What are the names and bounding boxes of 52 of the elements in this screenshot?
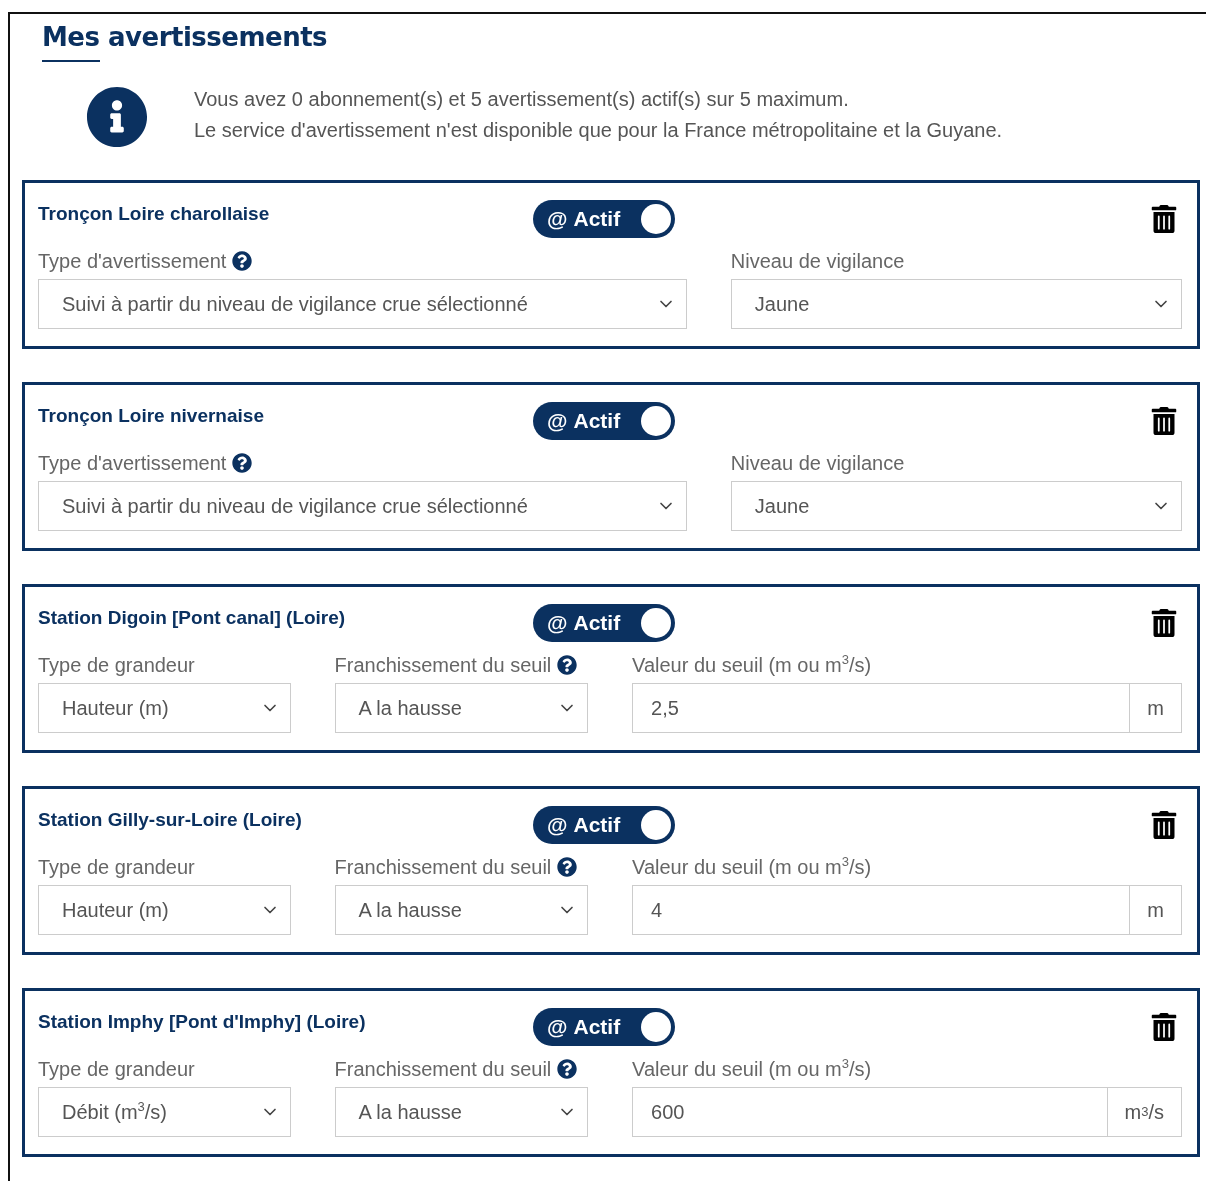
- field-label: Type d'avertissement: [38, 249, 227, 273]
- input-field[interactable]: 600: [632, 1087, 1108, 1137]
- select-field[interactable]: A la hausse: [334, 683, 589, 733]
- field-label: Type d'avertissement: [38, 451, 227, 475]
- help-icon[interactable]: [232, 453, 253, 473]
- trash-icon[interactable]: [1150, 407, 1178, 435]
- field-label: Type de grandeur: [38, 653, 195, 677]
- select-field[interactable]: A la hausse: [334, 1087, 589, 1137]
- page-title: Mes avertissements: [42, 22, 328, 52]
- field-label: Niveau de vigilance: [730, 249, 905, 273]
- help-icon[interactable]: [232, 251, 253, 271]
- select-field[interactable]: Hauteur (m): [38, 885, 291, 935]
- trash-icon[interactable]: [1150, 205, 1178, 233]
- active-toggle[interactable]: @ Actif: [533, 200, 675, 238]
- active-toggle[interactable]: @ Actif: [533, 604, 675, 642]
- field-label: Type de grandeur: [38, 1057, 195, 1081]
- input-field[interactable]: 4: [632, 885, 1131, 935]
- alert-title: Tronçon Loire charollaise: [38, 202, 271, 225]
- field-label: Valeur du seuil (m ou m$^{3}$/s): [632, 653, 872, 677]
- field-label: Niveau de vigilance: [730, 451, 905, 475]
- field-label: Franchissement du seuil: [334, 855, 552, 879]
- select-field[interactable]: Suivi à partir du niveau de vigilance crue sélectionné: [38, 279, 687, 329]
- select-field[interactable]: Suivi à partir du niveau de vigilance crue sélectionné: [38, 481, 687, 531]
- info-icon: [86, 86, 148, 148]
- alert-title: Tronçon Loire nivernaise: [38, 404, 265, 427]
- alert-title: Station Digoin [Pont canal] (Loire): [38, 606, 347, 629]
- help-icon[interactable]: [557, 1059, 578, 1079]
- field-label: Type de grandeur: [38, 855, 195, 879]
- field-label: Valeur du seuil (m ou m$^{3}$/s): [632, 855, 872, 879]
- info-text: Vous avez 0 abonnement(s) et 5 avertissement(s) actif(s) sur 5 maximum.: [194, 88, 850, 111]
- select-field[interactable]: Hauteur (m): [38, 683, 291, 733]
- trash-icon[interactable]: [1150, 811, 1178, 839]
- info-text: Le service d'avertissement n'est disponible que pour la France métropolitaine et la Guyane.: [194, 119, 1003, 142]
- unit-addon: m: [1130, 885, 1182, 935]
- help-icon[interactable]: [557, 857, 578, 877]
- field-label: Franchissement du seuil: [334, 653, 552, 677]
- help-icon[interactable]: [557, 655, 578, 675]
- select-field[interactable]: Jaune: [730, 481, 1182, 531]
- trash-icon[interactable]: [1150, 1013, 1178, 1041]
- active-toggle[interactable]: @ Actif: [533, 806, 675, 844]
- trash-icon[interactable]: [1150, 609, 1178, 637]
- field-label: Franchissement du seuil: [334, 1057, 552, 1081]
- select-field[interactable]: Débit (m$^{3}$/s): [38, 1087, 291, 1137]
- alert-title: Station Gilly-sur-Loire (Loire): [38, 808, 303, 831]
- select-field[interactable]: Jaune: [730, 279, 1182, 329]
- active-toggle[interactable]: @ Actif: [533, 402, 675, 440]
- active-toggle[interactable]: @ Actif: [533, 1008, 675, 1046]
- unit-addon: m: [1130, 683, 1182, 733]
- alert-title: Station Imphy [Pont d'Imphy] (Loire): [38, 1010, 367, 1033]
- input-field[interactable]: 2,5: [632, 683, 1131, 733]
- select-field[interactable]: A la hausse: [334, 885, 589, 935]
- field-label: Valeur du seuil (m ou m$^{3}$/s): [632, 1057, 872, 1081]
